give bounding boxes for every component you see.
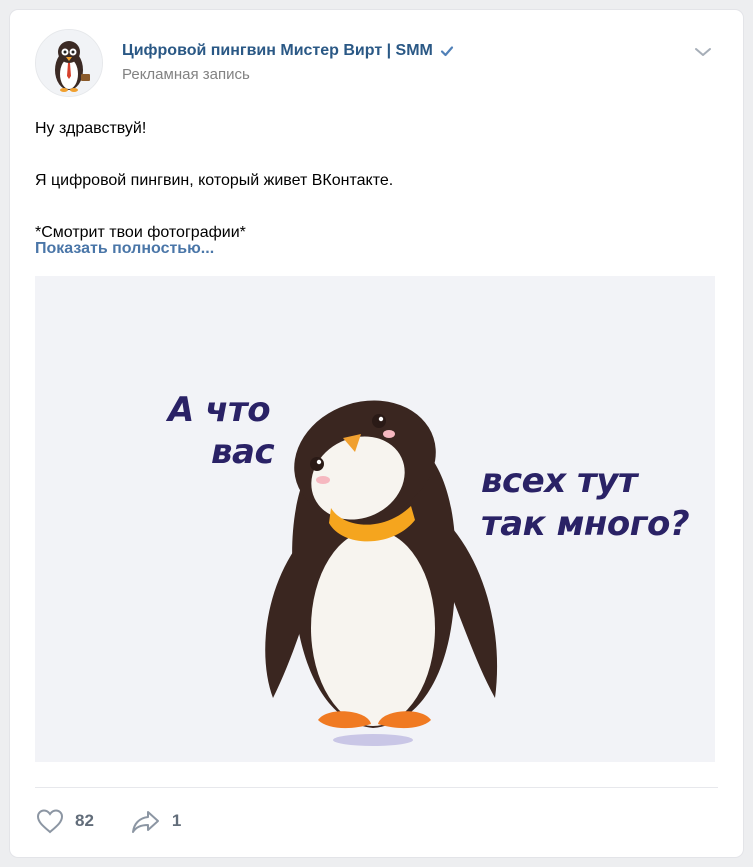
- post-image[interactable]: А что вас всех тут так много?: [35, 276, 715, 762]
- share-count: 1: [171, 811, 182, 830]
- divider: [35, 787, 718, 788]
- penguin-avatar-icon: [36, 30, 102, 96]
- like-button[interactable]: 82: [35, 807, 94, 835]
- author-name-link[interactable]: Цифровой пингвин Мистер Вирт | SMM: [122, 42, 455, 60]
- share-button[interactable]: 1: [130, 807, 181, 835]
- author-avatar[interactable]: [35, 29, 103, 97]
- show-more-link[interactable]: Показать полностью...: [35, 240, 214, 258]
- post-text: Ну здравствуй! Я цифровой пингвин, котор…: [35, 116, 718, 246]
- verified-check-icon: [440, 46, 453, 57]
- post-text-line: Ну здравствуй!: [35, 120, 147, 137]
- chevron-down-icon[interactable]: [693, 44, 713, 60]
- penguin-illustration: [265, 400, 498, 746]
- ad-label: Рекламная запись: [122, 66, 250, 83]
- post-actions: 82 1: [35, 806, 181, 836]
- heart-icon: [36, 809, 64, 834]
- post-text-line: Я цифровой пингвин, который живет ВКонта…: [35, 172, 394, 189]
- share-arrow-icon: [131, 811, 159, 833]
- post-card: Цифровой пингвин Мистер Вирт | SMM Рекла…: [10, 10, 743, 857]
- author-name[interactable]: Цифровой пингвин Мистер Вирт | SMM: [122, 42, 433, 60]
- like-count: 82: [75, 811, 94, 830]
